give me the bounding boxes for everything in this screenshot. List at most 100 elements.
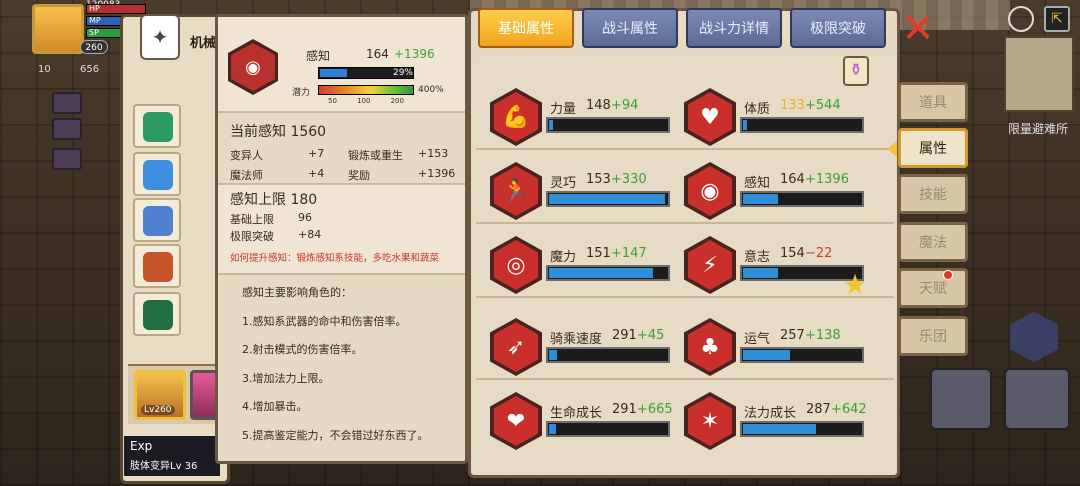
tab-basic-attributes[interactable]: 基础属性 — [478, 8, 574, 48]
side-tab-magic[interactable]: 魔法 — [898, 222, 968, 262]
stat-card[interactable]: ◎ 魔力 151 +147 — [476, 224, 670, 294]
minimap[interactable] — [1004, 36, 1074, 112]
source-value: +7 — [308, 147, 325, 160]
stat-base-value: 257 — [780, 328, 805, 343]
stat-name: 运气 — [744, 332, 771, 347]
description-item: 5.提高鉴定能力，不会错过好东西了。 — [242, 428, 429, 442]
stat-base-value: 291 — [612, 402, 637, 417]
class-line: 肢体变异Lv 36 — [130, 461, 198, 472]
stat-icon-frame: 💪 — [490, 88, 542, 146]
star-icon[interactable]: ★ — [840, 270, 870, 300]
stat-card[interactable]: ◉ 感知 164 +1396 — [670, 150, 864, 220]
description-item: 2.射击模式的伤害倍率。 — [242, 343, 363, 357]
stat-progress-bar — [740, 421, 864, 437]
source-value: +1396 — [418, 167, 456, 180]
stat-name: 意志 — [744, 250, 771, 265]
stat-progress-bar — [546, 265, 670, 281]
stat-progress-fill — [549, 424, 556, 434]
resource-a-count: 10 — [38, 64, 51, 75]
clover-icon: ♣ — [688, 322, 732, 372]
menu-icon-1[interactable] — [52, 92, 82, 114]
stat-card[interactable]: 💪 力量 148 +94 — [476, 76, 670, 146]
stat-name: 生命成长 — [550, 406, 603, 421]
flexed-arm-icon: 💪 — [494, 92, 538, 142]
tab-power-details[interactable]: 战斗力详情 — [686, 8, 782, 48]
percent-bar: 29% — [318, 67, 414, 79]
stat-progress-fill — [743, 268, 778, 278]
potential-tick: 100 — [357, 97, 371, 105]
eye-icon: ◉ — [688, 166, 732, 216]
equip-slot-3[interactable] — [133, 198, 181, 242]
close-icon[interactable]: ✕ — [900, 9, 936, 50]
level-badge: 260 — [80, 40, 108, 54]
equip-slot-4[interactable] — [133, 244, 181, 288]
stat-card[interactable]: ✶ 法力成长 287 +642 — [670, 380, 867, 450]
source-label: 魔法师 — [230, 169, 263, 182]
globe-icon[interactable] — [1008, 6, 1034, 32]
equip-slot-2[interactable] — [133, 152, 181, 196]
source-value: +4 — [308, 167, 325, 180]
stat-card[interactable]: ♥ 体质 133 +544 — [670, 76, 864, 146]
tab-limit-break[interactable]: 极限突破 — [790, 8, 886, 48]
percent-text: 29% — [392, 68, 413, 78]
stat-card[interactable]: ⚡ 意志 154 −22 — [670, 224, 864, 294]
stat-icon-frame: ♣ — [684, 318, 736, 376]
hp-bar: HP — [86, 4, 146, 14]
equip-slot-1[interactable] — [133, 104, 181, 148]
stat-card[interactable]: ❤ 生命成长 291 +665 — [476, 380, 673, 450]
stat-base-value: 151 — [586, 246, 611, 261]
stat-base-value: 154 — [780, 246, 805, 261]
potion-icon[interactable]: ⚱ — [843, 56, 869, 86]
side-tab-attributes[interactable]: 属性 — [898, 128, 968, 168]
side-tab-skills[interactable]: 技能 — [898, 174, 968, 214]
resource-b-count: 656 — [80, 64, 100, 75]
menu-icon-2[interactable] — [52, 118, 82, 140]
stat-name: 灵巧 — [550, 176, 577, 191]
exit-icon[interactable]: ⇱ — [1044, 6, 1070, 32]
stat-name: 骑乘速度 — [550, 332, 603, 347]
stat-bonus-value: −22 — [805, 246, 833, 261]
improve-hint: 如何提升感知：锻炼感知系技能，多吃水果和蔬菜 — [230, 253, 440, 264]
stat-progress-bar — [546, 191, 670, 207]
magic-figure-icon: ✶ — [688, 396, 732, 446]
equip-slot-5[interactable] — [133, 292, 181, 336]
speed-wing-icon: ➶ — [494, 322, 538, 372]
limit-title: 感知上限 180 — [230, 192, 318, 208]
stat-name: 感知 — [744, 176, 771, 191]
notification-dot — [943, 270, 953, 280]
tooltip-stat-name: 感知 — [306, 49, 331, 63]
lightning-head-icon: ⚡ — [688, 240, 732, 290]
stat-description: 感知主要影响角色的： 1.感知系武器的命中和伤害倍率。 2.射击模式的伤害倍率。… — [242, 279, 462, 451]
exp-label: Exp — [130, 439, 153, 453]
source-label: 锻炼或重生 — [348, 149, 403, 162]
stat-bonus-value: +138 — [805, 328, 841, 343]
party-portrait-2[interactable] — [190, 370, 218, 420]
party-portrait[interactable]: Lv260 — [134, 370, 186, 420]
stat-progress-fill — [549, 268, 653, 278]
bow-icon[interactable] — [1004, 368, 1070, 430]
portrait-level: Lv260 — [141, 405, 175, 415]
character-name: 机械 — [190, 36, 217, 51]
menu-icon-3[interactable] — [52, 148, 82, 170]
stat-card[interactable]: ➶ 骑乘速度 291 +45 — [476, 306, 670, 376]
stat-name: 魔力 — [550, 250, 577, 265]
description-item: 4.增加暴击。 — [242, 400, 308, 414]
stat-base-value: 153 — [586, 172, 611, 187]
side-tab-talents[interactable]: 天赋 — [898, 268, 968, 308]
stat-icon-frame: ◎ — [490, 236, 542, 294]
stat-bonus-value: +147 — [611, 246, 647, 261]
stat-icon-frame: ◉ — [684, 162, 736, 220]
emblem-icon: ✦ — [140, 14, 180, 60]
tab-combat-attributes[interactable]: 战斗属性 — [582, 8, 678, 48]
exp-panel: Exp 肢体变异Lv 36 — [124, 436, 220, 476]
side-tab-band[interactable]: 乐团 — [898, 316, 968, 356]
potential-tick: 200 — [390, 97, 404, 105]
stat-name: 力量 — [550, 102, 577, 117]
stat-icon-frame: ❤ — [490, 392, 542, 450]
stat-card[interactable]: 🏃 灵巧 153 +330 — [476, 150, 670, 220]
stat-base-value: 164 — [780, 172, 805, 187]
sword-icon[interactable] — [930, 368, 992, 430]
player-avatar[interactable] — [32, 4, 84, 54]
side-tab-items[interactable]: 道具 — [898, 82, 968, 122]
stat-card[interactable]: ♣ 运气 257 +138 — [670, 306, 864, 376]
